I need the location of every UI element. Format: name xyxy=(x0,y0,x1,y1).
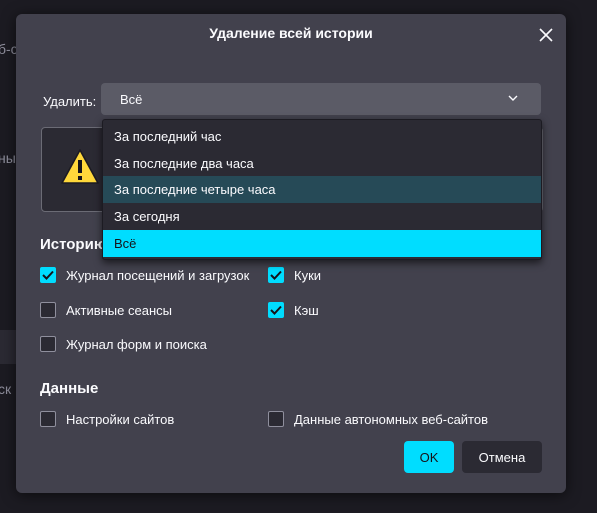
checkbox-label: Куки xyxy=(294,267,322,283)
checkmark-icon xyxy=(42,270,54,280)
checkbox-box xyxy=(268,302,284,318)
data-section-title: Данные xyxy=(40,380,99,397)
dropdown-option-last-two-hours[interactable]: За последние два часа xyxy=(103,150,541,177)
time-range-label: Удалить: xyxy=(43,94,97,109)
checkbox-box xyxy=(40,411,56,427)
dropdown-option-everything[interactable]: Всё xyxy=(103,230,541,257)
checkbox-box xyxy=(40,267,56,283)
checkbox-site-settings[interactable]: Настройки сайтов xyxy=(40,410,174,428)
checkbox-browsing-history[interactable]: Журнал посещений и загрузок xyxy=(40,266,249,284)
close-icon xyxy=(539,28,553,42)
time-range-value: Всё xyxy=(120,92,143,107)
checkbox-box xyxy=(40,302,56,318)
checkbox-label: Кэш xyxy=(294,302,319,318)
checkbox-form-history[interactable]: Журнал форм и поиска xyxy=(40,335,207,353)
ok-button[interactable]: OK xyxy=(404,441,454,473)
checkbox-box xyxy=(268,411,284,427)
background-text: ск xyxy=(0,381,12,397)
dropdown-option-last-hour[interactable]: За последний час xyxy=(103,123,541,150)
time-range-dropdown: За последний час За последние два часа З… xyxy=(102,119,542,260)
chevron-down-icon xyxy=(508,95,518,101)
checkbox-label: Журнал форм и поиска xyxy=(66,336,207,352)
checkbox-cache[interactable]: Кэш xyxy=(268,301,319,319)
history-section-title: Историю xyxy=(40,236,107,253)
checkbox-offline-data[interactable]: Данные автономных веб-сайтов xyxy=(268,410,488,428)
checkbox-box xyxy=(40,336,56,352)
dialog-title: Удаление всей истории xyxy=(209,25,373,41)
checkbox-label: Журнал посещений и загрузок xyxy=(66,267,250,283)
checkbox-cookies[interactable]: Куки xyxy=(268,266,321,284)
background-list-row xyxy=(0,330,16,364)
checkmark-icon xyxy=(270,270,282,280)
warning-icon xyxy=(61,149,99,184)
checkbox-box xyxy=(268,267,284,283)
checkbox-active-sessions[interactable]: Активные сеансы xyxy=(40,301,172,319)
checkbox-label: Активные сеансы xyxy=(66,302,172,318)
time-range-select[interactable]: Всё xyxy=(101,83,541,115)
checkbox-label: Данные автономных веб-сайтов xyxy=(294,411,489,427)
background-text: ны xyxy=(0,150,16,166)
dropdown-option-today[interactable]: За сегодня xyxy=(103,203,541,230)
close-button[interactable] xyxy=(535,24,557,46)
dropdown-option-last-four-hours[interactable]: За последние четыре часа xyxy=(103,176,541,203)
cancel-button[interactable]: Отмена xyxy=(462,441,542,473)
checkbox-label: Настройки сайтов xyxy=(66,411,175,427)
checkmark-icon xyxy=(270,305,282,315)
